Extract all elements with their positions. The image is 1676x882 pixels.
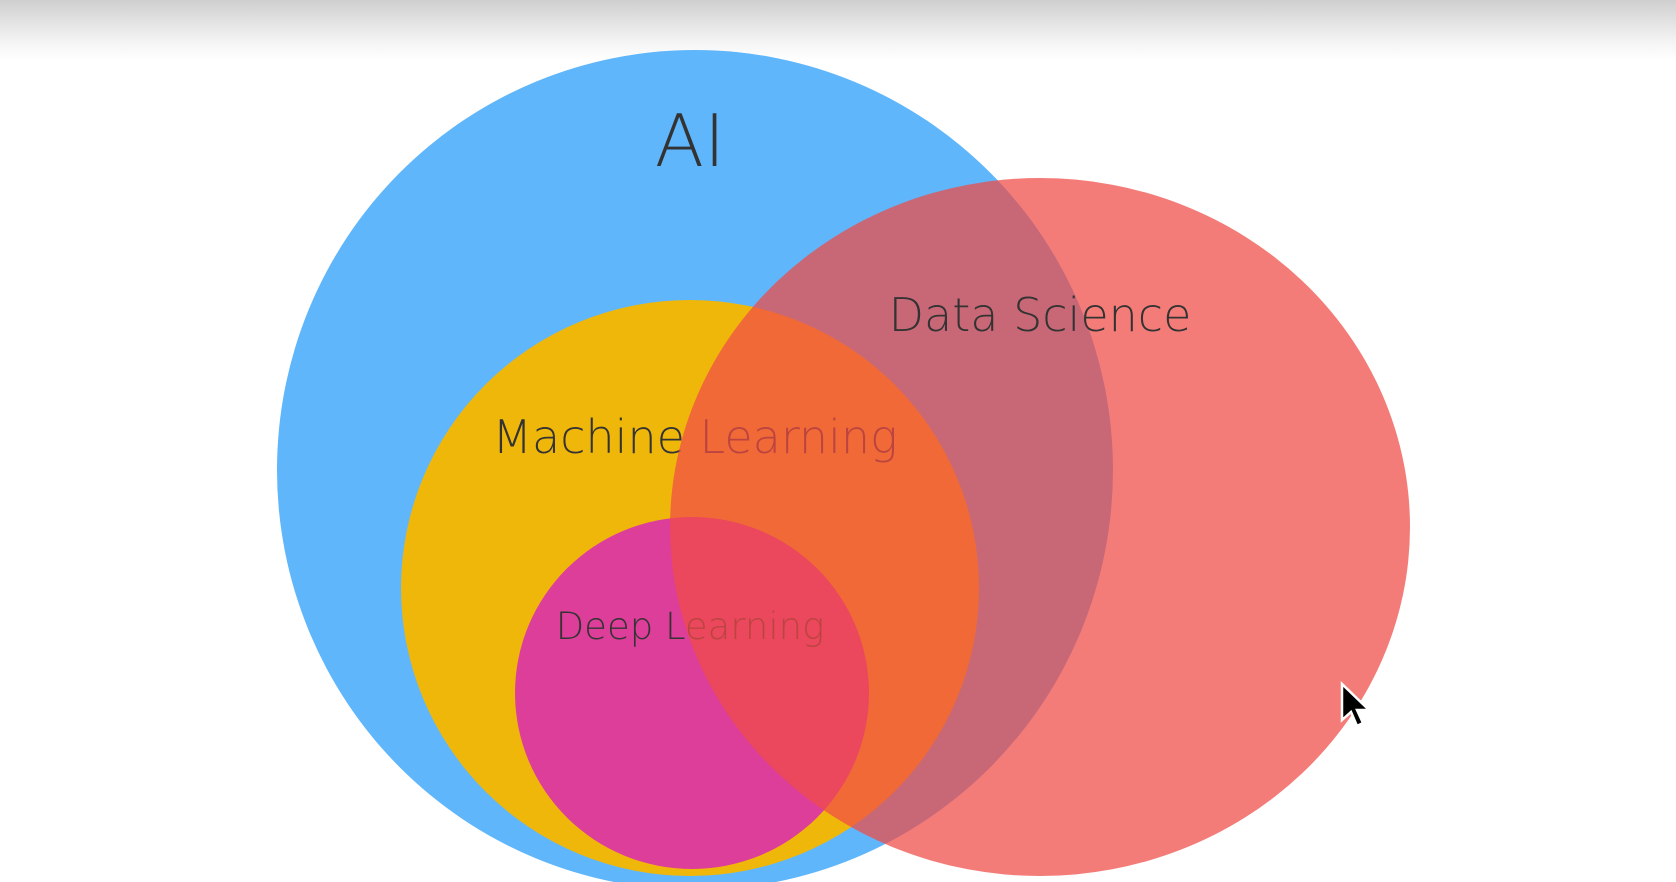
- data-science-circle: [670, 178, 1410, 876]
- data-science-label: Data Science: [889, 288, 1192, 342]
- venn-diagram: AI Machine Learning Deep Learning Data S…: [277, 50, 1410, 882]
- ai-label: AI: [655, 99, 726, 183]
